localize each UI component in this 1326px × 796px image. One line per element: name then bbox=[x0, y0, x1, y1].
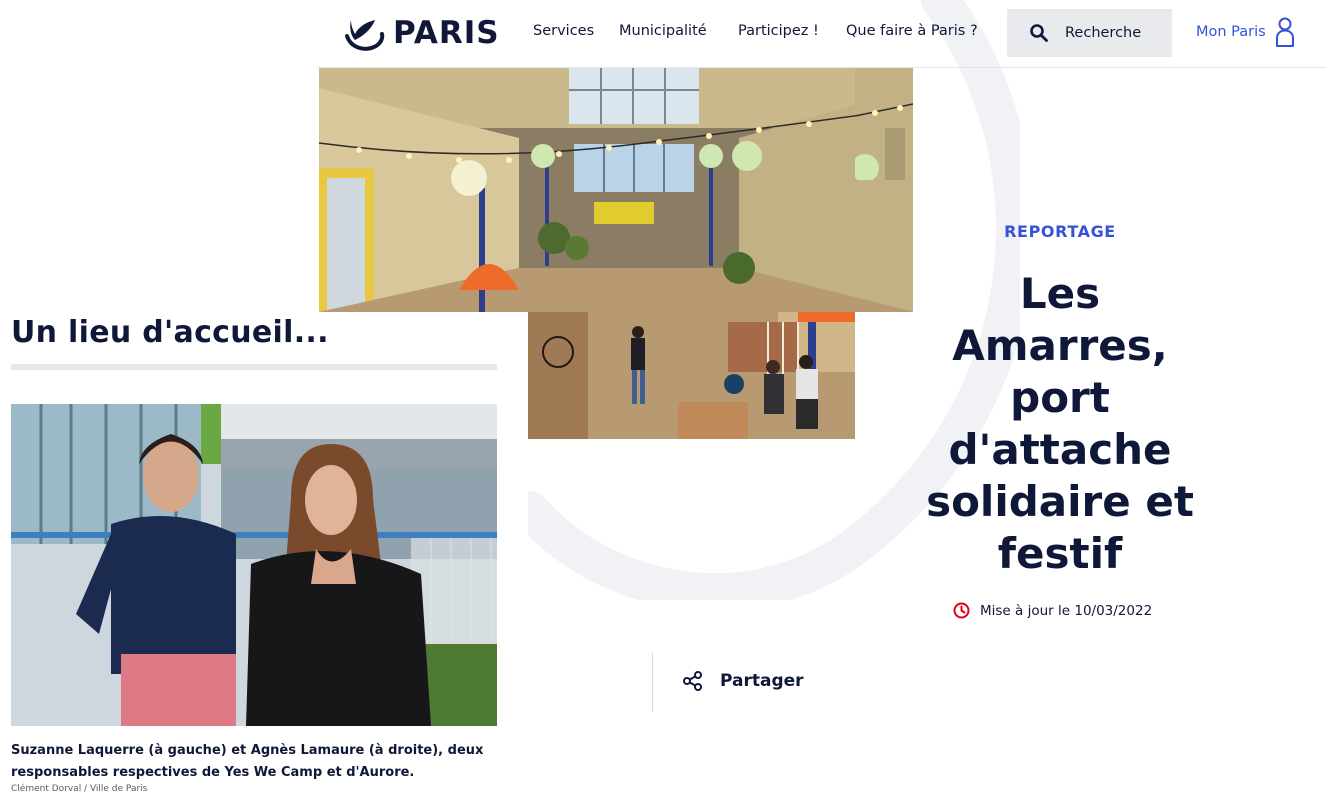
share-label: Partager bbox=[720, 671, 804, 691]
site-header: PARIS Services Municipalité Participez !… bbox=[0, 0, 1326, 68]
photo-credit: Clément Dorval / Ville de Paris bbox=[11, 784, 148, 794]
clock-icon bbox=[953, 602, 970, 619]
portrait-photo bbox=[11, 404, 497, 726]
heading-underline bbox=[11, 364, 497, 370]
share-divider bbox=[652, 652, 653, 712]
title-line: port bbox=[1010, 373, 1110, 422]
share-icon bbox=[683, 671, 702, 691]
update-date: Mise à jour le 10/03/2022 bbox=[953, 602, 1152, 619]
update-date-text: Mise à jour le 10/03/2022 bbox=[980, 602, 1153, 619]
paris-logo[interactable]: PARIS bbox=[343, 12, 500, 54]
article-title: Les Amarres, port d'attache solidaire et… bbox=[900, 268, 1220, 580]
title-line: Les bbox=[1019, 269, 1101, 318]
title-line: Amarres, bbox=[952, 321, 1168, 370]
user-icon bbox=[1275, 17, 1294, 47]
hall-photo-right-strip bbox=[855, 68, 913, 180]
article-kicker: REPORTAGE bbox=[1004, 222, 1116, 241]
nav-participez[interactable]: Participez ! bbox=[738, 23, 819, 39]
account-label: Mon Paris bbox=[1196, 24, 1266, 40]
title-line: solidaire et bbox=[926, 477, 1194, 526]
share-button[interactable]: Partager bbox=[682, 670, 804, 692]
hall-photo bbox=[319, 68, 913, 312]
section-heading: Un lieu d'accueil... bbox=[11, 315, 329, 350]
nav-que-faire[interactable]: Que faire à Paris ? bbox=[846, 23, 978, 39]
search-button[interactable]: Recherche bbox=[1007, 9, 1172, 57]
paris-logo-icon bbox=[345, 20, 385, 51]
photo-caption: Suzanne Laquerre (à gauche) et Agnès Lam… bbox=[11, 743, 484, 780]
search-label: Recherche bbox=[1065, 25, 1142, 41]
search-icon bbox=[1030, 24, 1048, 42]
title-line: d'attache bbox=[948, 425, 1172, 474]
hall-photo-lower bbox=[528, 312, 855, 439]
nav-services[interactable]: Services bbox=[533, 23, 594, 39]
logo-text: PARIS bbox=[393, 15, 500, 51]
account-link[interactable]: Mon Paris bbox=[1196, 16, 1296, 48]
nav-municipalite[interactable]: Municipalité bbox=[619, 23, 707, 39]
title-line: festif bbox=[997, 529, 1123, 578]
